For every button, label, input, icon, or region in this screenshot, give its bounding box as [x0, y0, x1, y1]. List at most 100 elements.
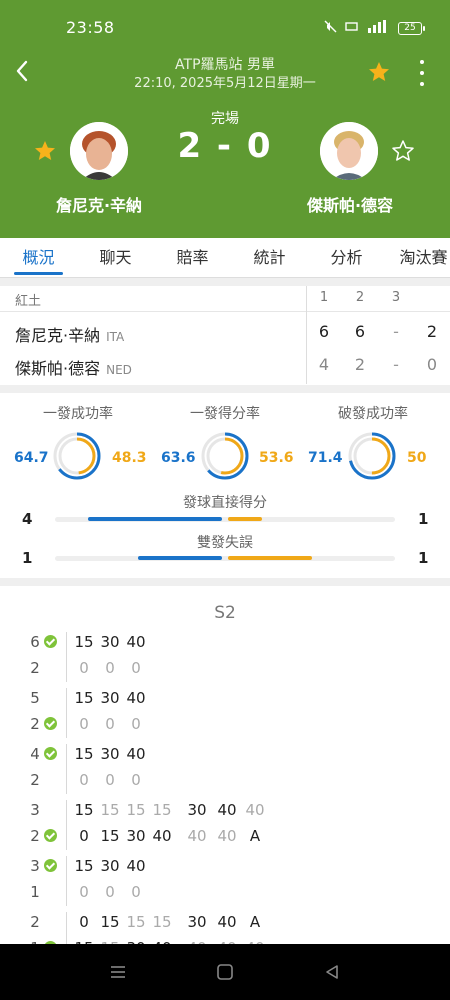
point-score: 40: [126, 689, 146, 707]
point-score: 30: [126, 827, 146, 845]
tab-knockout[interactable]: 淘汰賽: [385, 238, 450, 277]
point-score: 15: [152, 913, 172, 931]
country-code: ITA: [106, 330, 125, 344]
status-icons: 25: [324, 20, 425, 36]
stat-label: 破發成功率: [338, 406, 408, 422]
point-score: 0: [79, 883, 89, 901]
player2-name[interactable]: 傑斯帕·德容: [280, 192, 420, 216]
sets-won: 2: [426, 322, 438, 341]
signal-icon: [366, 20, 390, 36]
game-row: 5 2 15 30 40 0 0 0: [0, 686, 450, 742]
game-row: 4 2 15 30 40 0 0 0: [0, 742, 450, 798]
point-score: 30: [100, 689, 120, 707]
tab-analysis[interactable]: 分析: [308, 238, 385, 277]
tab-chat[interactable]: 聊天: [77, 238, 154, 277]
player2-avatar[interactable]: [320, 122, 378, 180]
point-score: 40: [126, 857, 146, 875]
divider: [0, 578, 450, 586]
game-score-player2: 1: [30, 883, 40, 901]
game-score-player2: 2: [30, 659, 40, 677]
point-score: 0: [105, 883, 115, 901]
divider: [66, 800, 67, 850]
stat-bar-player1: [88, 517, 222, 521]
game-score-player2: 2: [30, 715, 40, 733]
stat-bar-player2: [228, 556, 312, 560]
country-code: NED: [106, 363, 132, 377]
set-score: 2: [354, 355, 366, 374]
game-score-player2: 2: [30, 827, 40, 845]
player1-avatar[interactable]: [70, 122, 128, 180]
point-score: 15: [126, 913, 146, 931]
point-score: 30: [187, 801, 207, 819]
match-score: 2 - 0: [177, 126, 273, 166]
recent-apps-icon[interactable]: [108, 962, 128, 982]
point-score: 15: [100, 913, 120, 931]
tab-odds[interactable]: 賠率: [154, 238, 231, 277]
player1-name[interactable]: 詹尼克·辛納: [29, 192, 169, 216]
stat-value-player2: 1: [418, 510, 429, 528]
point-score: 40: [217, 913, 237, 931]
point-score: 30: [100, 633, 120, 651]
stat-ring-chart: [348, 432, 396, 480]
divider: [66, 688, 67, 738]
back-nav-icon[interactable]: [322, 962, 342, 982]
set-score: -: [393, 355, 399, 374]
point-score: 0: [131, 659, 141, 677]
point-score: A: [249, 913, 261, 931]
game-score-player1: 3: [30, 801, 40, 819]
point-score: 30: [187, 913, 207, 931]
stat-value-player1: 71.4: [308, 450, 343, 466]
set-score: 6: [354, 322, 366, 341]
more-menu-icon[interactable]: [415, 60, 429, 86]
game-score-player1: 3: [30, 857, 40, 875]
home-icon[interactable]: [215, 962, 235, 982]
system-nav-bar: [0, 944, 450, 1000]
set-score: 4: [318, 355, 330, 374]
point-score: 0: [105, 771, 115, 789]
game-winner-check-icon: [44, 717, 57, 730]
point-score: 0: [131, 715, 141, 733]
tab-stats[interactable]: 統計: [231, 238, 308, 277]
game-winner-check-icon: [44, 747, 57, 760]
game-row: 2101515153040A15153040404040: [0, 910, 450, 944]
point-score: 0: [79, 913, 89, 931]
set-score: -: [393, 322, 399, 341]
point-score: 30: [100, 857, 120, 875]
game-score-player1: 4: [30, 745, 40, 763]
point-score: 40: [217, 801, 237, 819]
divider: [66, 912, 67, 944]
mute-icon: [324, 20, 337, 36]
point-score: 0: [79, 827, 89, 845]
status-time: 23:58: [66, 18, 115, 37]
favorite-star-icon[interactable]: [367, 60, 391, 84]
point-score: 15: [74, 801, 94, 819]
point-score: 40: [126, 633, 146, 651]
point-score: 15: [100, 801, 120, 819]
player2-favorite-star-icon[interactable]: [391, 139, 415, 163]
game-score-player1: 2: [30, 913, 40, 931]
set-row-player-name: 詹尼克·辛納 ITA: [15, 326, 125, 345]
set-row-player-name: 傑斯帕·德容 NED: [15, 359, 132, 378]
stat-value-player2: 48.3: [112, 450, 147, 466]
stat-value-player1: 63.6: [161, 450, 196, 466]
game-score-player1: 6: [30, 633, 40, 651]
point-score: 40: [217, 827, 237, 845]
set-header-3: 3: [391, 290, 401, 305]
divider: [0, 311, 450, 312]
status-bar: 23:58 25: [0, 0, 450, 54]
set-header-2: 2: [355, 290, 365, 305]
game-winner-check-icon: [44, 859, 57, 872]
tab-overview[interactable]: 概況: [0, 238, 77, 277]
point-score: 15: [100, 827, 120, 845]
stat-label: 一發成功率: [43, 406, 113, 422]
point-score: A: [249, 827, 261, 845]
divider: [66, 632, 67, 682]
player1-favorite-star-icon[interactable]: [33, 139, 57, 163]
game-score-player1: 5: [30, 689, 40, 707]
court-surface: 紅土: [15, 294, 42, 309]
game-winner-check-icon: [44, 635, 57, 648]
stat-value-player1: 1: [22, 549, 33, 567]
point-score: 40: [245, 801, 265, 819]
point-score: 0: [79, 715, 89, 733]
set-score: 6: [318, 322, 330, 341]
